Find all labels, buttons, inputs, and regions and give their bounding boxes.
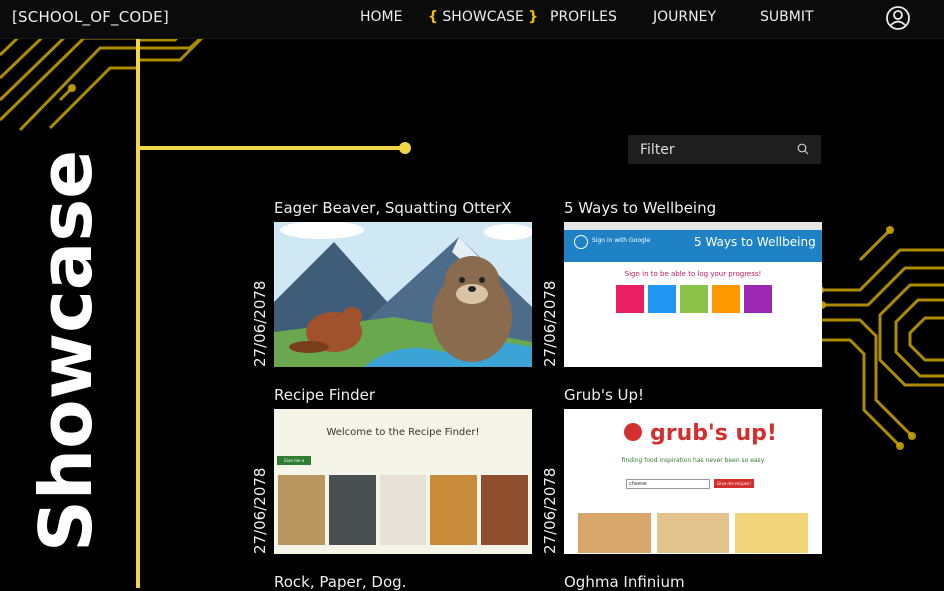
nav-brace-open: { (428, 9, 438, 25)
grubsup-tagline: finding food inspiration has never been … (621, 457, 765, 464)
nav-profiles[interactable]: PROFILES (550, 9, 617, 25)
grubsup-search: cheese (626, 479, 710, 489)
project-title[interactable]: Oghma Infinium (564, 573, 685, 591)
nav-home[interactable]: HOME (360, 9, 402, 25)
recipe-button: Give me a recipe! (277, 456, 311, 472)
project-date: 27/06/2078 (251, 467, 269, 554)
tile-give (744, 285, 772, 313)
filter-input[interactable] (628, 135, 821, 164)
nav-journey[interactable]: JOURNEY (653, 9, 716, 25)
top-navbar: [SCHOOL_OF_CODE] HOME { SHOWCASE } PROFI… (0, 0, 944, 39)
project-thumbnail[interactable]: Welcome to the Recipe Finder! Give me a … (274, 409, 532, 554)
brand-logo[interactable]: [SCHOOL_OF_CODE] (12, 8, 169, 26)
grubsup-logo: grub's up! (650, 421, 777, 446)
project-card[interactable]: Oghma Infinium (564, 573, 822, 591)
project-thumbnail[interactable] (274, 222, 532, 367)
project-date: 27/06/2078 (541, 467, 559, 554)
user-circle-icon[interactable] (885, 5, 911, 31)
nav-showcase[interactable]: { SHOWCASE } (428, 9, 538, 25)
tile-take-notice (680, 285, 708, 313)
page-title: Showcase (24, 149, 108, 552)
project-card[interactable]: Rock, Paper, Dog. (274, 573, 532, 591)
project-title[interactable]: Recipe Finder (274, 386, 375, 404)
project-title[interactable]: Rock, Paper, Dog. (274, 573, 406, 591)
wellbeing-heading: 5 Ways to Wellbeing (694, 235, 816, 249)
project-title[interactable]: Grub's Up! (564, 386, 644, 404)
project-title[interactable]: 5 Ways to Wellbeing (564, 199, 716, 217)
project-card[interactable]: Recipe Finder Welcome to the Recipe Find… (274, 386, 532, 556)
wellbeing-prompt: Sign in to be able to log your progress! (624, 270, 762, 278)
recipe-heading: Welcome to the Recipe Finder! (326, 427, 480, 438)
grubsup-button: Give me recipes! (714, 479, 754, 488)
tile-be-active (648, 285, 676, 313)
project-title[interactable]: Eager Beaver, Squatting OtterX (274, 199, 512, 217)
project-date: 27/06/2078 (541, 280, 559, 367)
nav-showcase-label: SHOWCASE (442, 9, 524, 25)
google-signin-text: Sign in with Google (592, 237, 651, 244)
project-card[interactable]: 5 Ways to Wellbeing Sign in with Google … (564, 199, 822, 369)
tile-connect (616, 285, 644, 313)
project-card[interactable]: Eager Beaver, Squatting OtterX (274, 199, 532, 369)
project-thumbnail[interactable]: Sign in with Google 5 Ways to Wellbeing … (564, 222, 822, 367)
project-date: 27/06/2078 (251, 280, 269, 367)
project-card[interactable]: Grub's Up! grub's up! finding food inspi… (564, 386, 822, 556)
project-thumbnail[interactable]: grub's up! finding food inspiration has … (564, 409, 822, 554)
nav-submit[interactable]: SUBMIT (760, 9, 814, 25)
beaver-otter-illustration (274, 222, 532, 367)
search-icon[interactable] (797, 143, 809, 155)
tile-keep-learning (712, 285, 740, 313)
nav-brace-close: } (528, 9, 539, 25)
apple-icon (624, 423, 642, 441)
